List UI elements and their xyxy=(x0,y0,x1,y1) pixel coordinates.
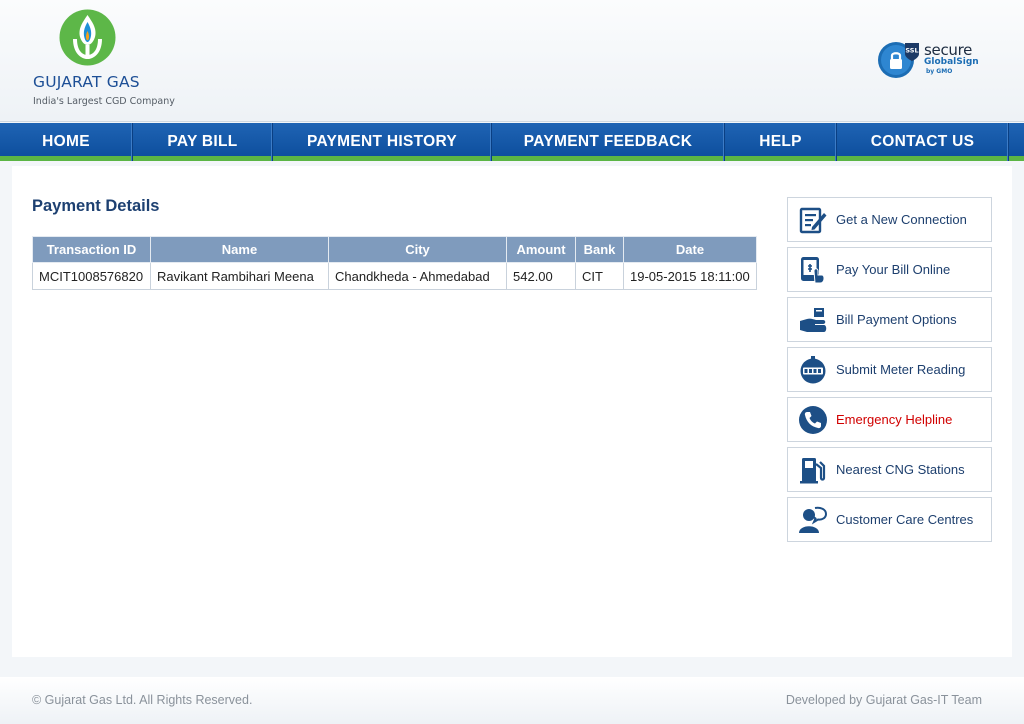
fuel-pump-icon xyxy=(800,457,826,483)
link-bill-payment-options[interactable]: Bill Payment Options xyxy=(787,297,992,342)
link-new-connection[interactable]: Get a New Connection xyxy=(787,197,992,242)
ssl-badge-text: SSL xyxy=(905,47,918,55)
meter-icon xyxy=(800,355,826,383)
nav-payment-history[interactable]: PAYMENT HISTORY xyxy=(273,123,492,161)
col-bank: Bank xyxy=(575,236,624,263)
cell-city: Chandkheda - Ahmedabad xyxy=(328,262,507,290)
col-city: City xyxy=(328,236,507,263)
link-bill-payment-options-label: Bill Payment Options xyxy=(836,312,957,327)
link-pay-online[interactable]: Pay Your Bill Online xyxy=(787,247,992,292)
link-customer-care-label: Customer Care Centres xyxy=(836,512,974,527)
nav-payment-feedback[interactable]: PAYMENT FEEDBACK xyxy=(492,123,725,161)
gujarat-gas-logo-icon[interactable] xyxy=(59,9,116,66)
link-meter-reading[interactable]: Submit Meter Reading xyxy=(787,347,992,392)
link-emergency-helpline-label: Emergency Helpline xyxy=(836,412,953,427)
payment-details-table: Transaction ID Name City Amount Bank Dat… xyxy=(32,236,757,290)
pay-online-icon xyxy=(801,256,825,283)
footer-copyright: © Gujarat Gas Ltd. All Rights Reserved. xyxy=(32,693,253,707)
page-title: Payment Details xyxy=(32,197,160,215)
cell-name: Ravikant Rambihari Meena xyxy=(150,262,329,290)
link-customer-care[interactable]: Customer Care Centres xyxy=(787,497,992,542)
cell-bank: CIT xyxy=(575,262,624,290)
link-emergency-helpline[interactable]: Emergency Helpline xyxy=(787,397,992,442)
table-header-row: Transaction ID Name City Amount Bank Dat… xyxy=(32,236,757,263)
nav-pay-bill[interactable]: PAY BILL xyxy=(133,123,273,161)
link-cng-stations-label: Nearest CNG Stations xyxy=(836,462,965,477)
quick-links: Get a New Connection Pay Your Bill Onlin… xyxy=(787,197,992,547)
col-date: Date xyxy=(623,236,757,263)
ssl-by-text: by GMO xyxy=(926,68,953,75)
table-row: MCIT1008576820 Ravikant Rambihari Meena … xyxy=(32,262,757,290)
cell-amount: 542.00 xyxy=(506,262,576,290)
nav-help[interactable]: HELP xyxy=(725,123,837,161)
new-connection-icon xyxy=(799,207,827,233)
brand-tagline: India's Largest CGD Company xyxy=(33,96,175,107)
link-pay-online-label: Pay Your Bill Online xyxy=(836,262,951,277)
cell-date: 19-05-2015 18:11:00 xyxy=(623,262,757,290)
payment-options-icon xyxy=(800,307,827,332)
link-cng-stations[interactable]: Nearest CNG Stations xyxy=(787,447,992,492)
customer-care-icon xyxy=(799,506,828,533)
main-nav: HOME PAY BILL PAYMENT HISTORY PAYMENT FE… xyxy=(0,123,1024,161)
nav-contact-us[interactable]: CONTACT US xyxy=(837,123,1009,161)
link-new-connection-label: Get a New Connection xyxy=(836,212,967,227)
link-meter-reading-label: Submit Meter Reading xyxy=(836,362,966,377)
brand-name: GUJARAT GAS xyxy=(33,73,140,91)
cell-transaction-id: MCIT1008576820 xyxy=(32,262,151,290)
col-transaction-id: Transaction ID xyxy=(32,236,151,263)
footer-credit: Developed by Gujarat Gas-IT Team xyxy=(785,693,982,707)
ssl-provider-text: GlobalSign xyxy=(924,57,979,67)
nav-home[interactable]: HOME xyxy=(0,123,133,161)
phone-icon xyxy=(799,405,827,434)
col-name: Name xyxy=(150,236,329,263)
col-amount: Amount xyxy=(506,236,576,263)
